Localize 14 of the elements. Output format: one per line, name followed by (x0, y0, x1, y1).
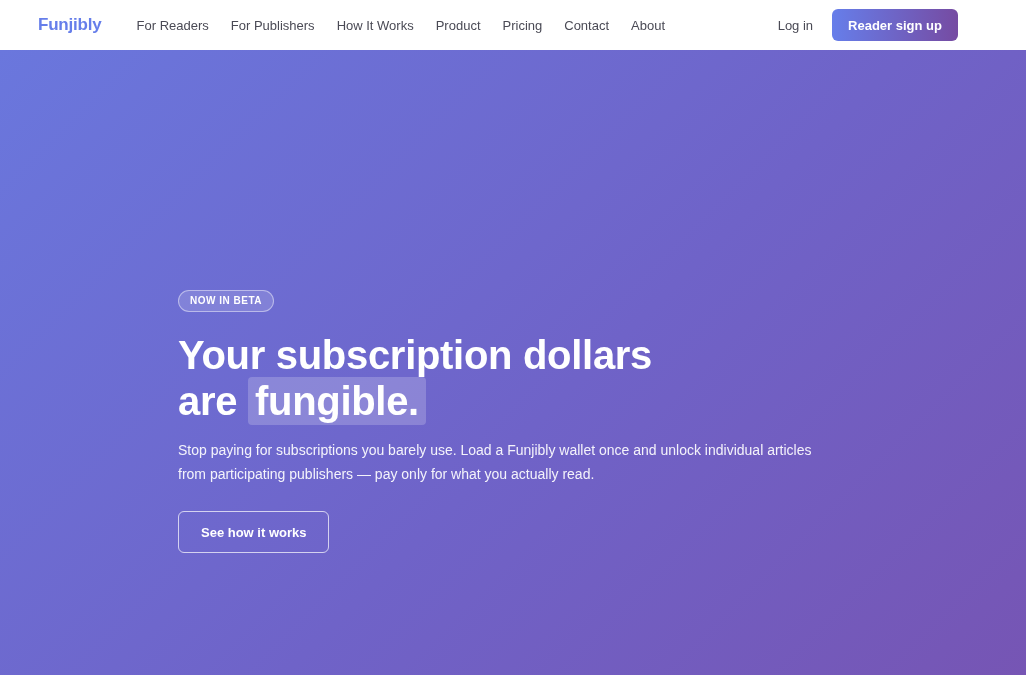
hero-headline: Your subscription dollars are fungible. (178, 332, 654, 424)
nav-link[interactable]: How It Works (336, 17, 414, 33)
nav-link[interactable]: Pricing (502, 17, 543, 33)
nav-link[interactable]: About (631, 17, 666, 33)
beta-badge: NOW IN BETA (178, 290, 274, 312)
login-link[interactable]: Log in (777, 17, 814, 33)
hero-description: Stop paying for subscriptions you barely use. Load a Funjibly wallet once and unlock individual articles from participating publishers — pay only for what you actually read. (178, 441, 813, 484)
brand-logo[interactable]: Funjibly (38, 15, 102, 35)
how-it-works-button[interactable]: See how it works (178, 511, 330, 553)
nav-link[interactable]: Product (435, 17, 481, 33)
nav-link[interactable]: For Readers (136, 17, 209, 33)
nav-link[interactable]: For Publishers (230, 17, 315, 33)
nav-link[interactable]: Contact (564, 17, 610, 33)
signup-button[interactable]: Reader sign up (832, 9, 958, 41)
